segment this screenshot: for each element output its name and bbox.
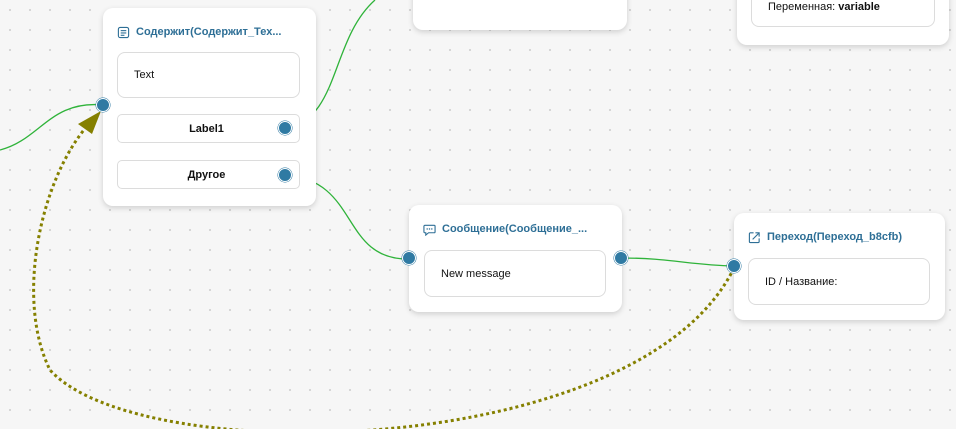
loop-arrowhead <box>78 111 101 134</box>
variable-node[interactable]: Переменная: variable <box>737 0 949 45</box>
option-label1[interactable]: Label1 <box>117 114 300 143</box>
list-check-icon <box>117 26 130 38</box>
partial-node-top[interactable] <box>413 0 627 30</box>
label1-output-handle[interactable] <box>278 121 292 135</box>
contains-node-title: Содержит(Содержит_Тех... <box>136 26 282 38</box>
message-output-handle[interactable] <box>614 251 628 265</box>
option-other[interactable]: Другое <box>117 160 300 189</box>
edge-message-to-jump[interactable] <box>620 257 735 267</box>
message-node-title: Сообщение(Сообщение_... <box>442 223 588 235</box>
message-input-handle[interactable] <box>402 251 416 265</box>
message-node[interactable]: Сообщение(Сообщение_... New message <box>409 205 622 312</box>
message-node-header[interactable]: Сообщение(Сообщение_... <box>423 220 608 238</box>
contains-input-handle[interactable] <box>96 98 110 112</box>
variable-value: variable <box>838 1 880 13</box>
variable-row: Переменная: variable <box>768 1 880 13</box>
jump-node-header[interactable]: Переход(Переход_b8cfb) <box>748 228 931 246</box>
chat-bubble-icon <box>423 224 436 236</box>
message-text-field[interactable]: New message <box>424 250 606 297</box>
jump-input-handle[interactable] <box>727 259 741 273</box>
variable-field: Переменная: variable <box>751 0 935 27</box>
variable-label: Переменная: <box>768 1 836 13</box>
contains-node-header[interactable]: Содержит(Содержит_Тех... <box>117 23 302 41</box>
jump-node-title: Переход(Переход_b8cfb) <box>767 231 903 243</box>
contains-text-field[interactable]: Text <box>117 52 300 98</box>
jump-node[interactable]: Переход(Переход_b8cfb) ID / Название: <box>734 213 945 320</box>
other-output-handle[interactable] <box>278 168 292 182</box>
jump-arrow-icon <box>748 231 760 243</box>
jump-id-field[interactable]: ID / Название: <box>748 258 930 305</box>
